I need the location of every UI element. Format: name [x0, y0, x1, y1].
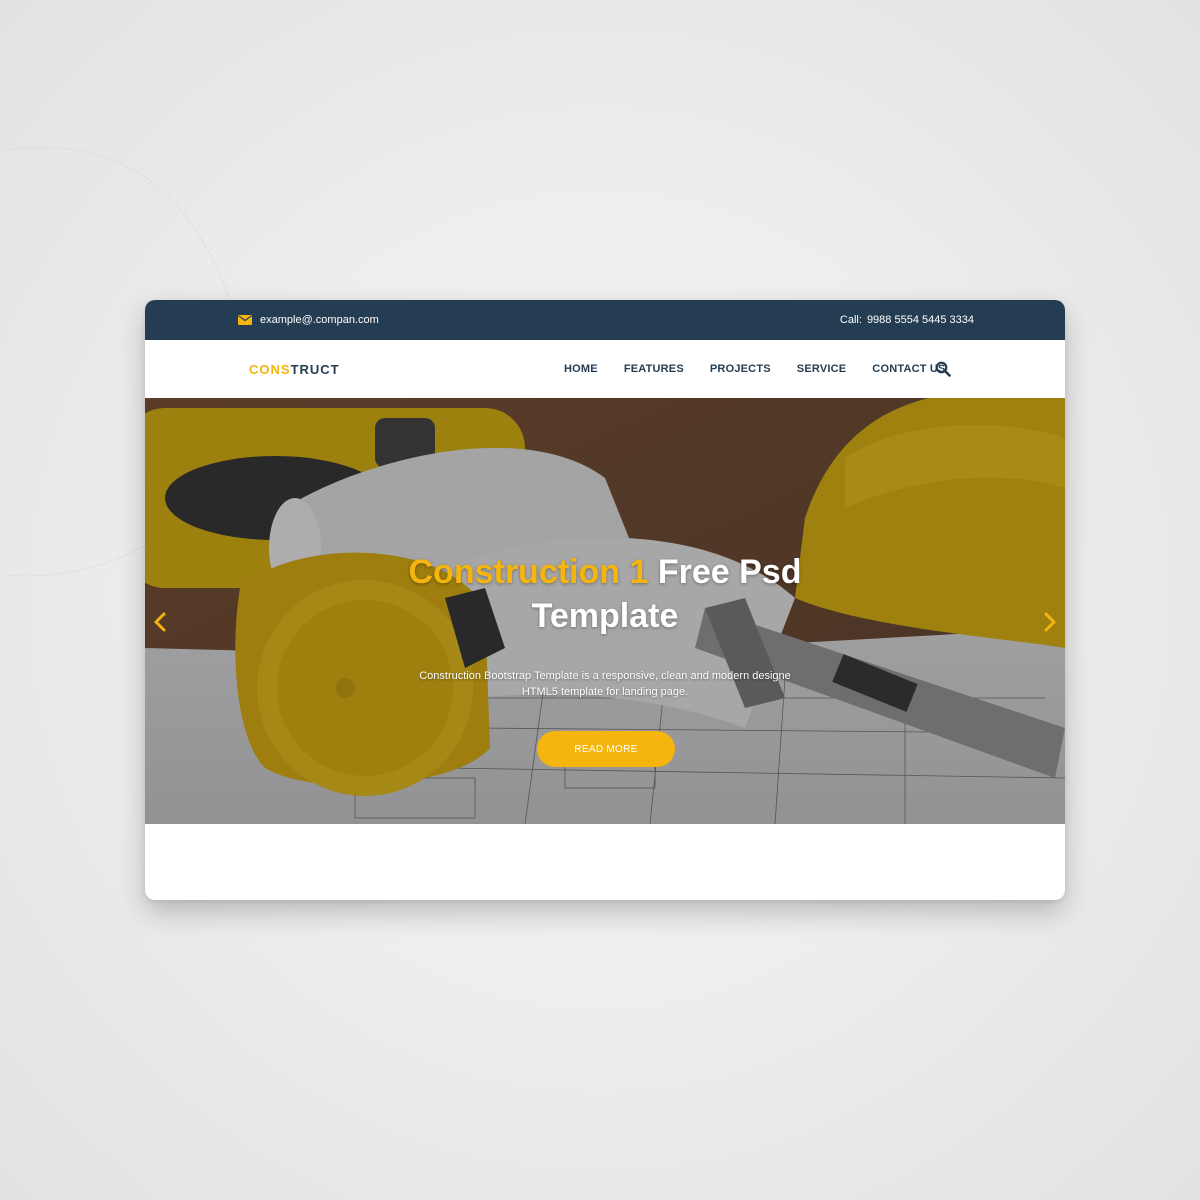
hero-title-highlight: Construction 1	[408, 553, 649, 591]
phone-number: 9988 5554 5445 3334	[866, 314, 974, 326]
hero-slider: Construction 1 Free Psd Template Constru…	[145, 398, 1065, 824]
website-mockup: example@.compan.com Call: 9988 5554 5445…	[145, 300, 1065, 900]
search-icon[interactable]	[935, 361, 951, 377]
read-more-button[interactable]: READ MORE	[537, 731, 675, 767]
hero-title-rest: Free Psd	[657, 553, 802, 591]
nav-item-projects[interactable]: PROJECTS	[710, 363, 771, 375]
phone-contact[interactable]: Call: 9988 5554 5445 3334	[840, 300, 974, 340]
nav-item-features[interactable]: FEATURES	[624, 363, 684, 375]
chevron-right-icon[interactable]	[1043, 611, 1057, 633]
logo-accent-text: CONS	[249, 361, 291, 377]
nav-menu: HOME FEATURES PROJECTS SERVICE CONTACT U…	[564, 340, 972, 398]
email-text: example@.compan.com	[260, 314, 379, 326]
nav-item-service[interactable]: SERVICE	[797, 363, 847, 375]
hero-description: Construction Bootstrap Template is a res…	[419, 670, 791, 698]
hero-title-line2: Template	[531, 597, 679, 635]
chevron-left-icon[interactable]	[153, 611, 167, 633]
email-contact[interactable]: example@.compan.com	[238, 300, 379, 340]
hero-title: Construction 1 Free Psd Template	[145, 550, 1065, 638]
main-navbar: CONS TRUCT HOME FEATURES PROJECTS SERVICE…	[145, 340, 1065, 398]
envelope-icon	[238, 315, 252, 325]
logo-dark-text: TRUCT	[290, 361, 340, 377]
top-contact-bar: example@.compan.com Call: 9988 5554 5445…	[145, 300, 1065, 340]
call-label: Call:	[839, 314, 862, 326]
site-logo[interactable]: CONS TRUCT	[249, 340, 340, 398]
nav-item-home[interactable]: HOME	[564, 363, 598, 375]
